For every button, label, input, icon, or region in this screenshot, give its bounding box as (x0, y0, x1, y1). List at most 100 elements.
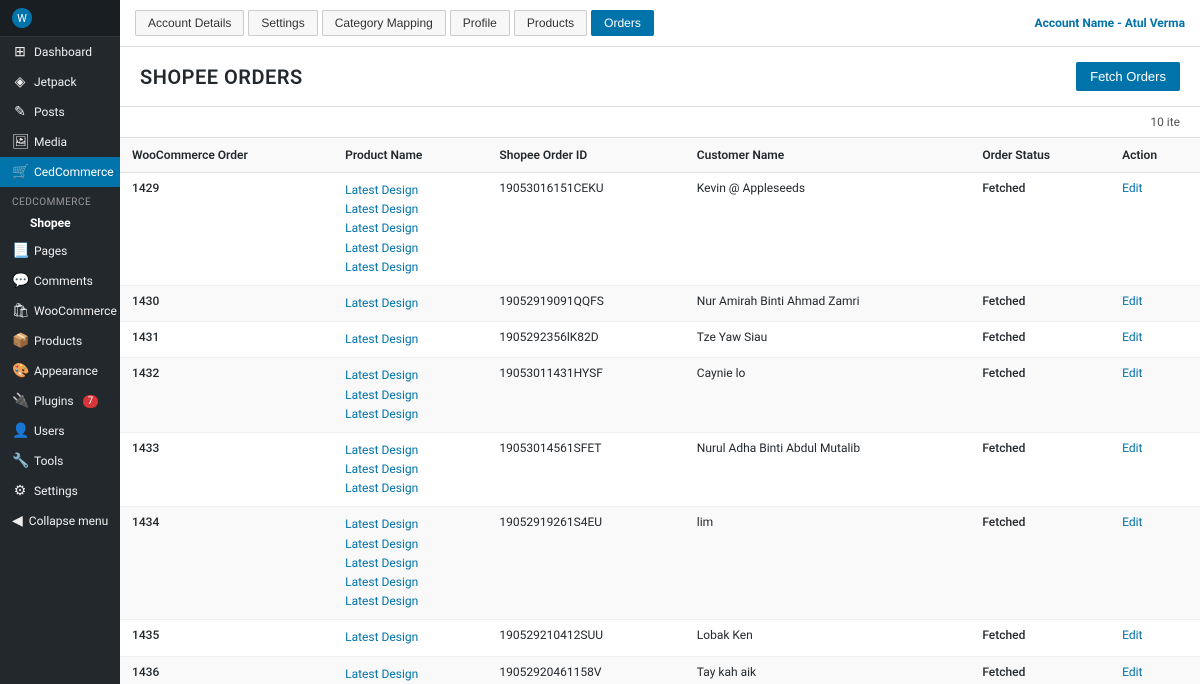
product-link[interactable]: Latest Design (345, 665, 475, 684)
order-id-cell: 1435 (120, 620, 333, 656)
product-link[interactable]: Latest Design (345, 460, 475, 479)
edit-link[interactable]: Edit (1122, 628, 1142, 642)
cedcommerce-icon: 🛒 (12, 164, 28, 180)
status-badge: Fetched (982, 628, 1025, 642)
product-link[interactable]: Latest Design (345, 628, 475, 647)
product-link[interactable]: Latest Design (345, 330, 475, 349)
product-link[interactable]: Latest Design (345, 258, 475, 277)
sidebar-item-media[interactable]: 🖼 Media (0, 127, 120, 157)
product-link[interactable]: Latest Design (345, 239, 475, 258)
tab-products[interactable]: Products (514, 10, 587, 36)
media-icon: 🖼 (12, 134, 28, 150)
sidebar-item-dashboard[interactable]: ⊞ Dashboard (0, 37, 120, 67)
orders-table: WooCommerce Order Product Name Shopee Or… (120, 138, 1200, 684)
items-count: 10 ite (1150, 115, 1180, 129)
sidebar-item-label: CedCommerce (34, 165, 114, 179)
tab-account-details[interactable]: Account Details (135, 10, 244, 36)
sidebar: W ⊞ Dashboard ◈ Jetpack ✎ Posts 🖼 Media … (0, 0, 120, 684)
col-order-status: Order Status (970, 138, 1110, 173)
order-id-cell: 1429 (120, 173, 333, 286)
sidebar-item-posts[interactable]: ✎ Posts (0, 97, 120, 127)
sidebar-item-settings[interactable]: ⚙ Settings (0, 476, 120, 506)
action-cell: Edit (1110, 322, 1200, 358)
sidebar-item-products[interactable]: 📦 Products (0, 326, 120, 356)
edit-link[interactable]: Edit (1122, 181, 1142, 195)
collapse-label: Collapse menu (29, 514, 108, 528)
sidebar-item-label: Media (34, 135, 67, 149)
sidebar-item-label: WooCommerce (34, 304, 117, 318)
product-link[interactable]: Latest Design (345, 573, 475, 592)
tab-category-mapping[interactable]: Category Mapping (322, 10, 446, 36)
product-link[interactable]: Latest Design (345, 441, 475, 460)
collapse-menu-button[interactable]: ◀ Collapse menu (0, 506, 120, 536)
sidebar-item-label: Users (34, 424, 65, 438)
sidebar-sub-shopee[interactable]: Shopee (0, 210, 120, 236)
product-link[interactable]: Latest Design (345, 405, 475, 424)
order-number: 1432 (132, 366, 159, 380)
order-number: 1433 (132, 441, 159, 455)
products-icon: 📦 (12, 333, 28, 349)
order-id-cell: 1433 (120, 432, 333, 507)
product-link[interactable]: Latest Design (345, 535, 475, 554)
shopee-order-id-cell: 19052919091QQFS (487, 285, 684, 321)
jetpack-icon: ◈ (12, 74, 28, 90)
product-link[interactable]: Latest Design (345, 386, 475, 405)
sidebar-item-plugins[interactable]: 🔌 Plugins 7 (0, 386, 120, 416)
sidebar-item-woocommerce[interactable]: 🛍 WooCommerce (0, 296, 120, 326)
edit-link[interactable]: Edit (1122, 441, 1142, 455)
edit-link[interactable]: Edit (1122, 294, 1142, 308)
shopee-order-id-cell: 19053014561SFET (487, 432, 684, 507)
shopee-order-id-cell: 1905292356lK82D (487, 322, 684, 358)
order-number: 1436 (132, 665, 159, 679)
order-number: 1429 (132, 181, 159, 195)
main-content: Account Details Settings Category Mappin… (120, 0, 1200, 684)
product-link[interactable]: Latest Design (345, 366, 475, 385)
sidebar-item-pages[interactable]: 📃 Pages (0, 236, 120, 266)
posts-icon: ✎ (12, 104, 28, 120)
product-link[interactable]: Latest Design (345, 554, 475, 573)
product-link[interactable]: Latest Design (345, 592, 475, 611)
action-cell: Edit (1110, 620, 1200, 656)
col-woocommerce-order: WooCommerce Order (120, 138, 333, 173)
product-link[interactable]: Latest Design (345, 200, 475, 219)
sidebar-item-tools[interactable]: 🔧 Tools (0, 446, 120, 476)
product-link[interactable]: Latest Design (345, 219, 475, 238)
customer-name-cell: Kevin @ Appleseeds (685, 173, 971, 286)
customer-name-cell: Tze Yaw Siau (685, 322, 971, 358)
page-header: SHOPEE ORDERS Fetch Orders (120, 47, 1200, 107)
edit-link[interactable]: Edit (1122, 366, 1142, 380)
order-status-cell: Fetched (970, 432, 1110, 507)
product-link[interactable]: Latest Design (345, 479, 475, 498)
edit-link[interactable]: Edit (1122, 515, 1142, 529)
sidebar-item-label: Products (34, 334, 82, 348)
customer-name-cell: lim (685, 507, 971, 620)
sidebar-item-appearance[interactable]: 🎨 Appearance (0, 356, 120, 386)
shopee-order-id-cell: 19053016151CEKU (487, 173, 684, 286)
edit-link[interactable]: Edit (1122, 330, 1142, 344)
sidebar-item-label: Plugins (34, 394, 74, 408)
shopee-order-id-cell: 19053011431HYSF (487, 358, 684, 433)
account-name: Atul Verma (1125, 16, 1185, 30)
tab-profile[interactable]: Profile (450, 10, 510, 36)
orders-table-wrap: WooCommerce Order Product Name Shopee Or… (120, 138, 1200, 684)
product-link[interactable]: Latest Design (345, 181, 475, 200)
product-name-cell: Latest DesignLatest DesignLatest DesignL… (333, 507, 487, 620)
tab-orders[interactable]: Orders (591, 10, 654, 36)
sidebar-item-users[interactable]: 👤 Users (0, 416, 120, 446)
product-name-cell: Latest DesignLatest DesignLatest Design (333, 432, 487, 507)
edit-link[interactable]: Edit (1122, 665, 1142, 679)
action-cell: Edit (1110, 432, 1200, 507)
customer-name-cell: Nur Amirah Binti Ahmad Zamri (685, 285, 971, 321)
product-link[interactable]: Latest Design (345, 294, 475, 313)
sidebar-item-cedcommerce[interactable]: 🛒 CedCommerce (0, 157, 120, 187)
fetch-orders-button[interactable]: Fetch Orders (1076, 62, 1180, 91)
product-link[interactable]: Latest Design (345, 515, 475, 534)
tabs-left: Account Details Settings Category Mappin… (135, 10, 654, 36)
sidebar-item-label: Jetpack (34, 75, 77, 89)
col-shopee-order-id: Shopee Order ID (487, 138, 684, 173)
sidebar-item-jetpack[interactable]: ◈ Jetpack (0, 67, 120, 97)
col-action: Action (1110, 138, 1200, 173)
tab-settings[interactable]: Settings (248, 10, 317, 36)
sidebar-item-comments[interactable]: 💬 Comments (0, 266, 120, 296)
sidebar-item-label: Appearance (34, 364, 98, 378)
